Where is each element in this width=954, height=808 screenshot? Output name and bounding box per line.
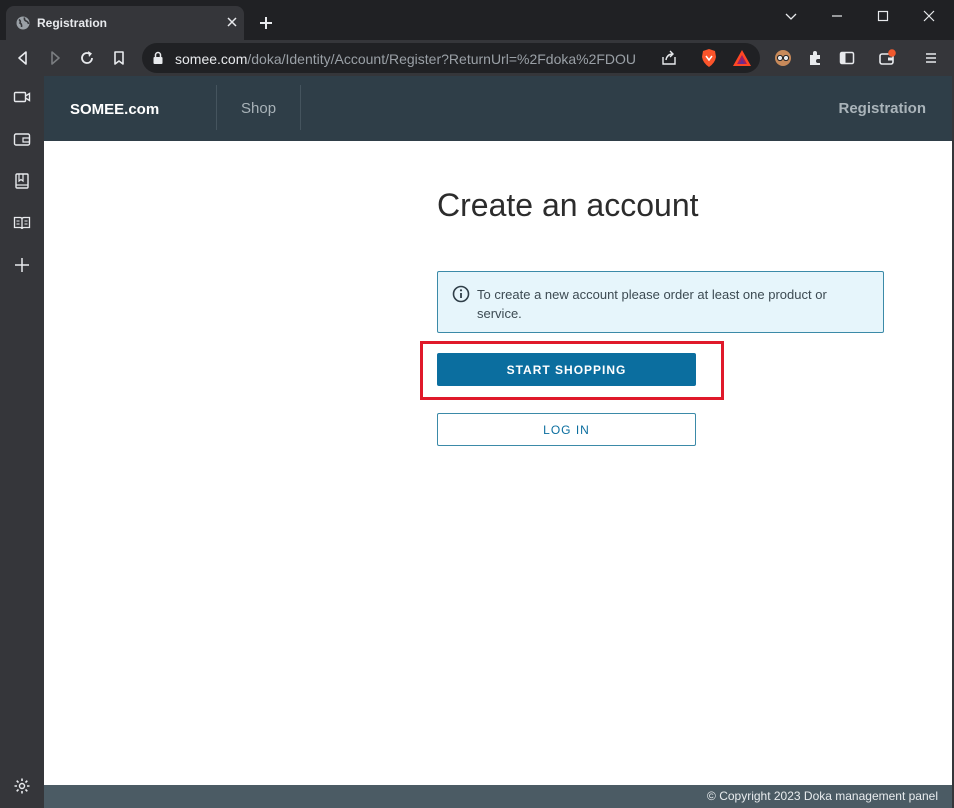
reading-list-icon[interactable] — [13, 214, 31, 232]
site-header: SOMEE.com Shop Registration — [44, 76, 952, 141]
url-text[interactable]: somee.com/doka/Identity/Account/Register… — [175, 51, 636, 67]
address-bar[interactable]: somee.com/doka/Identity/Account/Register… — [142, 43, 760, 73]
wallet-sidebar-icon[interactable] — [13, 130, 31, 148]
log-in-button[interactable]: LOG IN — [437, 413, 696, 446]
close-window-icon[interactable] — [921, 8, 937, 24]
brave-shields-icon[interactable] — [699, 48, 719, 68]
menu-icon[interactable] — [922, 49, 940, 67]
video-call-icon[interactable] — [13, 88, 31, 106]
bookmarks-sidebar-icon[interactable] — [13, 172, 31, 190]
close-tab-icon[interactable] — [224, 14, 240, 30]
forward-icon[interactable] — [46, 49, 64, 67]
back-icon[interactable] — [14, 49, 32, 67]
start-shopping-button[interactable]: START SHOPPING — [437, 353, 696, 386]
tab-title: Registration — [37, 16, 108, 30]
web-page: SOMEE.com Shop Registration Create an ac… — [44, 76, 952, 808]
sidebar-toggle-icon[interactable] — [838, 49, 856, 67]
bookmark-icon[interactable] — [110, 49, 128, 67]
extension-avatar-icon[interactable] — [774, 49, 792, 67]
page-title: Create an account — [437, 187, 699, 223]
add-sidebar-item-icon[interactable] — [13, 256, 31, 274]
globe-icon — [16, 16, 30, 30]
nav-registration-link[interactable]: Registration — [838, 100, 926, 117]
brave-rewards-icon[interactable] — [732, 49, 752, 67]
minimize-icon[interactable] — [829, 8, 845, 24]
new-tab-icon[interactable] — [257, 14, 275, 32]
extensions-puzzle-icon[interactable] — [806, 49, 824, 67]
reload-icon[interactable] — [78, 49, 96, 67]
info-icon — [452, 285, 470, 303]
browser-sidebar — [0, 76, 44, 808]
lock-icon[interactable] — [152, 51, 164, 65]
share-icon[interactable] — [660, 49, 678, 67]
sidebar-settings-gear-icon[interactable] — [13, 777, 31, 795]
nav-divider — [300, 85, 301, 130]
browser-toolbar: somee.com/doka/Identity/Account/Register… — [0, 40, 954, 76]
info-alert: To create a new account please order at … — [437, 271, 884, 333]
copyright-text: © Copyright 2023 Doka management panel — [707, 789, 938, 803]
alert-message: To create a new account please order at … — [477, 287, 827, 321]
browser-titlebar: Registration — [0, 0, 954, 40]
site-brand-link[interactable]: SOMEE.com — [70, 101, 159, 118]
maximize-icon[interactable] — [875, 8, 891, 24]
nav-shop-link[interactable]: Shop — [241, 100, 276, 117]
site-footer: © Copyright 2023 Doka management panel — [44, 785, 952, 808]
browser-tab[interactable]: Registration — [6, 6, 244, 40]
nav-divider — [216, 85, 217, 130]
wallet-icon[interactable] — [878, 49, 896, 67]
tab-search-chevron-icon[interactable] — [783, 8, 799, 24]
